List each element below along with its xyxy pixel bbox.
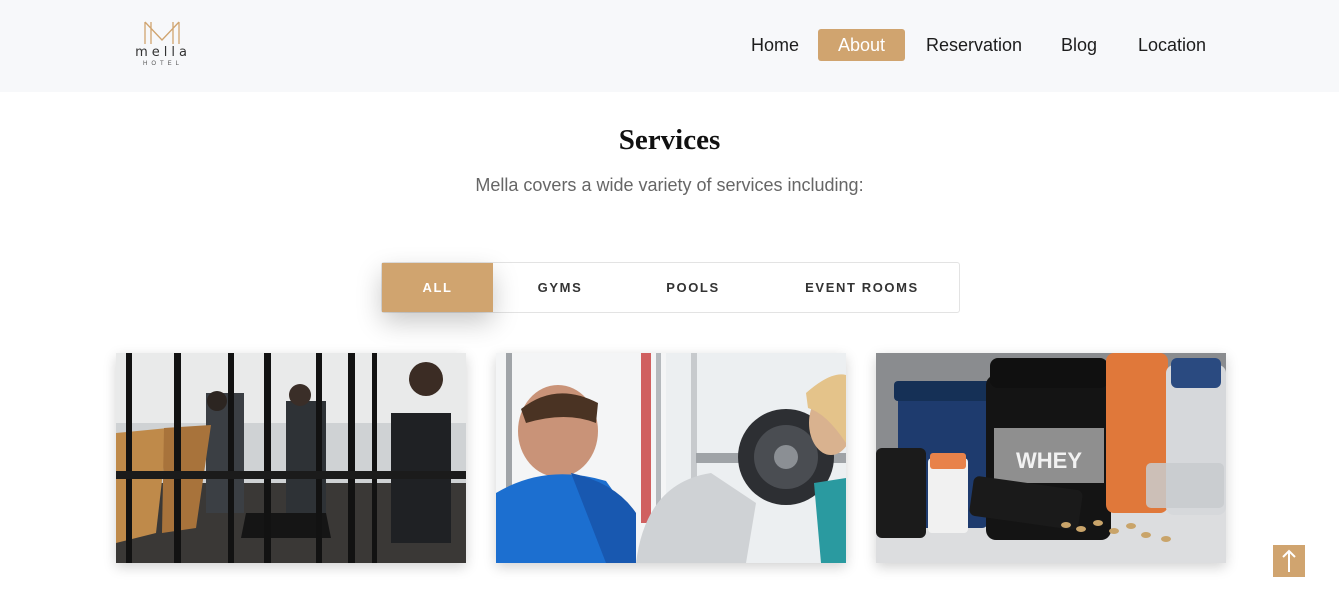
gallery-item-personal-training[interactable] xyxy=(496,353,846,563)
filter-gyms[interactable]: GYMS xyxy=(503,263,617,312)
scroll-to-top-button[interactable] xyxy=(1273,545,1305,577)
personal-training-photo xyxy=(496,353,846,563)
nav-home[interactable]: Home xyxy=(751,29,799,61)
hotel-logo[interactable]: mella HOTEL xyxy=(126,20,200,70)
services-subtitle: Mella covers a wide variety of services … xyxy=(475,175,864,195)
filter-pools[interactable]: POOLS xyxy=(632,263,754,312)
logo-name: mella xyxy=(135,45,191,60)
treadmill-photo xyxy=(116,353,466,563)
logo-tagline: HOTEL xyxy=(142,61,183,67)
services-title: Services xyxy=(618,124,721,156)
logo-monogram-icon xyxy=(144,21,180,44)
nav-blog[interactable]: Blog xyxy=(1061,29,1097,61)
gallery-item-supplements[interactable]: WHEY xyxy=(876,353,1226,563)
arrow-up-icon xyxy=(1282,549,1296,572)
gallery-item-treadmills[interactable] xyxy=(116,353,466,563)
supplements-photo: WHEY xyxy=(876,353,1226,563)
services-filter-bar: ALL GYMS POOLS EVENT ROOMS xyxy=(381,262,960,313)
nav-location[interactable]: Location xyxy=(1138,29,1206,61)
whey-label: WHEY xyxy=(1016,448,1082,473)
filter-event-rooms[interactable]: EVENT ROOMS xyxy=(774,263,950,312)
filter-all[interactable]: ALL xyxy=(382,263,493,312)
nav-reservation[interactable]: Reservation xyxy=(926,29,1022,61)
site-header: mella HOTEL Home About Reservation Blog … xyxy=(0,0,1339,92)
nav-about[interactable]: About xyxy=(818,29,905,61)
